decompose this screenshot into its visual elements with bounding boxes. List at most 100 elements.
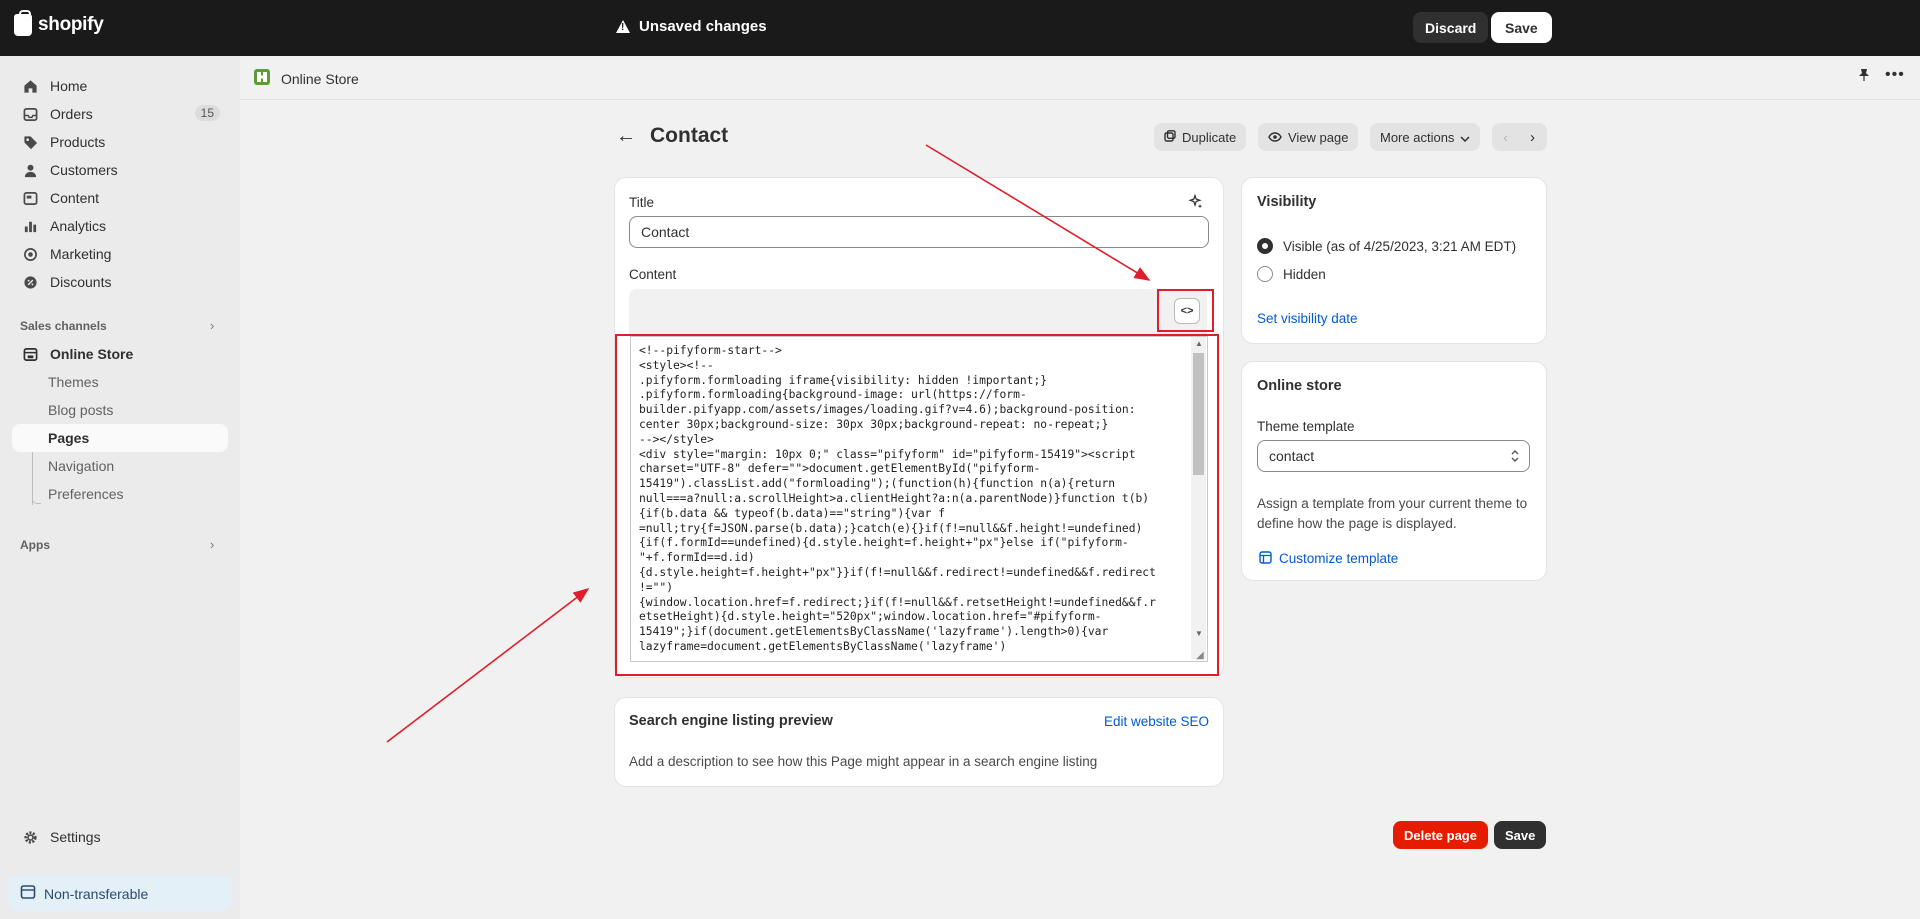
- target-icon: [22, 246, 38, 262]
- content-label: Content: [629, 267, 677, 282]
- sidebar-item-label: Products: [50, 134, 106, 150]
- online-store-title[interactable]: Online Store: [253, 68, 359, 89]
- annotation-box-toggle: [1157, 289, 1214, 332]
- sidebar-item-label: Discounts: [50, 274, 112, 290]
- discard-button[interactable]: Discard: [1413, 12, 1489, 43]
- sidebar-subitem-preferences[interactable]: Preferences: [12, 480, 228, 508]
- hidden-radio[interactable]: [1257, 266, 1273, 282]
- prev-page-icon[interactable]: ‹: [1492, 130, 1519, 145]
- shopify-bag-icon: [14, 10, 32, 36]
- unsaved-changes-status: Unsaved changes: [616, 18, 767, 35]
- select-chevron-icon: [1511, 449, 1519, 466]
- secondary-header: [240, 56, 1920, 100]
- sidebar-subitem-blog-posts[interactable]: Blog posts: [12, 396, 228, 424]
- image-icon: [22, 190, 38, 206]
- info-icon: [20, 884, 36, 903]
- non-transferable-label: Non-transferable: [44, 885, 149, 902]
- page-title-text: Contact: [650, 124, 729, 147]
- warning-icon: [616, 20, 630, 33]
- non-transferable-banner[interactable]: Non-transferable: [8, 876, 232, 911]
- sidebar-item-label: Settings: [50, 829, 101, 845]
- chevron-down-icon: [1460, 130, 1470, 145]
- top-bar: shopify Unsaved changes Discard Save: [0, 0, 1920, 56]
- view-page-button[interactable]: View page: [1258, 123, 1359, 151]
- sidebar-item-label: Analytics: [50, 218, 107, 234]
- bar-chart-icon: [22, 218, 38, 234]
- inbox-icon: [22, 106, 38, 122]
- more-options-icon[interactable]: •••: [1885, 66, 1905, 84]
- orders-count-badge: 15: [194, 105, 220, 121]
- edit-website-seo-link[interactable]: Edit website SEO: [1104, 714, 1209, 729]
- theme-template-select[interactable]: contact: [1257, 440, 1530, 472]
- annotation-box-code: [615, 334, 1219, 676]
- prev-next-pager: ‹ ›: [1492, 123, 1547, 151]
- person-icon: [22, 162, 38, 178]
- visible-radio[interactable]: [1257, 238, 1273, 254]
- title-label: Title: [629, 195, 655, 210]
- more-actions-label: More actions: [1380, 129, 1455, 145]
- sidebar-subitem-themes[interactable]: Themes: [12, 368, 228, 396]
- save-button-bottom[interactable]: Save: [1494, 821, 1547, 849]
- customize-template-link[interactable]: Customize template: [1279, 551, 1398, 566]
- sidebar-item-online-store[interactable]: Online Store: [12, 340, 228, 368]
- sidebar: Home Orders 15 Products Customers Conten…: [0, 56, 240, 919]
- sidebar-subitem-pages[interactable]: Pages: [12, 424, 228, 452]
- sidebar-item-label: Orders: [50, 106, 93, 122]
- visibility-heading: Visibility: [1257, 194, 1317, 210]
- sidebar-item-marketing[interactable]: Marketing: [12, 240, 228, 268]
- seo-card: [614, 697, 1224, 787]
- sidebar-item-label: Home: [50, 78, 88, 94]
- title-input[interactable]: Contact: [629, 216, 1209, 248]
- content-editor-toolbar: [629, 289, 1207, 334]
- seo-description: Add a description to see how this Page m…: [629, 754, 1098, 769]
- chevron-right-icon[interactable]: ›: [210, 318, 214, 333]
- duplicate-label: Duplicate: [1182, 129, 1237, 145]
- sidebar-item-home[interactable]: Home: [12, 72, 228, 100]
- theme-template-label: Theme template: [1257, 419, 1355, 434]
- visible-label: Visible (as of 4/25/2023, 3:21 AM EDT): [1283, 239, 1517, 254]
- apps-heading[interactable]: Apps: [20, 538, 50, 552]
- save-button-top[interactable]: Save: [1491, 12, 1552, 43]
- customize-template-icon: [1259, 551, 1272, 568]
- gear-icon: [22, 829, 38, 845]
- sidebar-item-customers[interactable]: Customers: [12, 156, 228, 184]
- seo-heading: Search engine listing preview: [629, 713, 833, 729]
- hidden-label: Hidden: [1283, 267, 1326, 282]
- sparkle-icon[interactable]: [1188, 193, 1204, 214]
- back-arrow-icon[interactable]: ←: [616, 125, 636, 148]
- online-store-app-icon: [253, 68, 271, 89]
- set-visibility-date-link[interactable]: Set visibility date: [1257, 311, 1358, 326]
- sidebar-item-label: Online Store: [50, 346, 134, 362]
- tag-icon: [22, 134, 38, 150]
- eye-icon: [1268, 130, 1282, 145]
- online-store-heading: Online store: [1257, 378, 1342, 394]
- sidebar-item-label: Content: [50, 190, 100, 206]
- annotation-arrow-code: [386, 588, 590, 743]
- sidebar-item-content[interactable]: Content: [12, 184, 228, 212]
- duplicate-button[interactable]: Duplicate: [1154, 123, 1247, 151]
- chevron-right-icon[interactable]: ›: [210, 537, 214, 552]
- logo-text: shopify: [38, 14, 104, 35]
- sidebar-item-analytics[interactable]: Analytics: [12, 212, 228, 240]
- sidebar-item-products[interactable]: Products: [12, 128, 228, 156]
- unsaved-changes-text: Unsaved changes: [639, 18, 767, 35]
- shopify-logo[interactable]: shopify: [14, 10, 104, 36]
- pin-icon[interactable]: [1858, 68, 1870, 85]
- home-icon: [22, 78, 38, 94]
- theme-template-value: contact: [1269, 448, 1315, 464]
- theme-template-help: Assign a template from your current them…: [1257, 496, 1528, 531]
- sidebar-item-settings[interactable]: Settings: [12, 823, 228, 851]
- sidebar-subitem-navigation[interactable]: Navigation: [12, 452, 228, 480]
- sales-channels-heading[interactable]: Sales channels: [20, 319, 107, 333]
- store-icon: [22, 346, 38, 362]
- sidebar-item-label: Customers: [50, 162, 118, 178]
- online-store-title-text: Online Store: [281, 70, 359, 87]
- delete-page-button[interactable]: Delete page: [1393, 821, 1488, 849]
- more-actions-button[interactable]: More actions: [1370, 123, 1481, 151]
- next-page-icon[interactable]: ›: [1519, 129, 1546, 146]
- sidebar-item-orders[interactable]: Orders 15: [12, 100, 228, 128]
- sidebar-item-label: Marketing: [50, 246, 112, 262]
- view-page-label: View page: [1288, 129, 1349, 145]
- page-title: ← Contact: [616, 124, 728, 148]
- sidebar-item-discounts[interactable]: Discounts: [12, 268, 228, 296]
